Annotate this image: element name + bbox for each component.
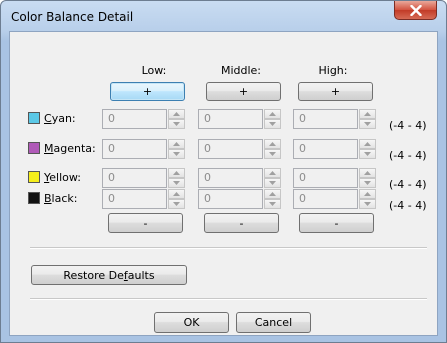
black-range-label: (-4 - 4): [389, 199, 427, 212]
cancel-button[interactable]: Cancel: [236, 312, 311, 333]
cyan-range-label: (-4 - 4): [389, 119, 427, 132]
cyan-swatch: [28, 112, 40, 124]
spin-down-icon[interactable]: [264, 149, 281, 159]
high-minus-button[interactable]: -: [299, 213, 374, 233]
black-middle-field[interactable]: 0: [198, 189, 263, 209]
spin-up-icon[interactable]: [264, 189, 281, 199]
spin-down-icon[interactable]: [264, 178, 281, 188]
spin-up-icon[interactable]: [359, 168, 376, 178]
black-swatch: [28, 192, 40, 204]
ok-button[interactable]: OK: [154, 312, 229, 333]
spin-down-icon[interactable]: [359, 119, 376, 129]
column-label-low: Low:: [141, 64, 167, 77]
magenta-middle-field[interactable]: 0: [198, 139, 263, 159]
spin-down-icon[interactable]: [168, 178, 185, 188]
spin-down-icon[interactable]: [359, 178, 376, 188]
close-button[interactable]: [394, 1, 437, 20]
magenta-swatch: [28, 142, 40, 154]
spin-up-icon[interactable]: [359, 139, 376, 149]
title-bar[interactable]: Color Balance Detail: [1, 1, 446, 35]
yellow-range-label: (-4 - 4): [389, 178, 427, 191]
low-minus-button[interactable]: -: [108, 213, 183, 233]
black-low-field[interactable]: 0: [102, 189, 167, 209]
spin-down-icon[interactable]: [168, 119, 185, 129]
cyan-low-field[interactable]: 0: [102, 109, 167, 129]
spin-up-icon[interactable]: [359, 109, 376, 119]
cyan-high-field[interactable]: 0: [293, 109, 358, 129]
spin-up-icon[interactable]: [168, 168, 185, 178]
black-label: Black:: [44, 192, 78, 205]
separator-top: [30, 247, 427, 249]
spin-down-icon[interactable]: [168, 149, 185, 159]
spin-down-icon[interactable]: [264, 199, 281, 209]
spin-up-icon[interactable]: [168, 139, 185, 149]
magenta-low-field[interactable]: 0: [102, 139, 167, 159]
yellow-label: Yellow:: [44, 171, 81, 184]
middle-minus-button[interactable]: -: [204, 213, 279, 233]
spin-up-icon[interactable]: [168, 109, 185, 119]
dialog-client-area: Low: Middle: High: + + + Cyan: 0 0 0 (-4…: [9, 31, 438, 336]
yellow-high-field[interactable]: 0: [293, 168, 358, 188]
close-icon: [409, 4, 422, 16]
spin-down-icon[interactable]: [359, 149, 376, 159]
separator-bottom: [30, 298, 427, 300]
restore-defaults-button[interactable]: Restore De f aults: [31, 265, 187, 285]
cyan-label: Cyan:: [44, 112, 76, 125]
black-high-field[interactable]: 0: [293, 189, 358, 209]
low-plus-button[interactable]: +: [110, 82, 185, 101]
cyan-middle-field[interactable]: 0: [198, 109, 263, 129]
window-title: Color Balance Detail: [11, 10, 134, 24]
magenta-range-label: (-4 - 4): [389, 149, 427, 162]
magenta-label: Magenta:: [44, 142, 96, 155]
magenta-high-field[interactable]: 0: [293, 139, 358, 159]
spin-up-icon[interactable]: [264, 168, 281, 178]
high-plus-button[interactable]: +: [298, 82, 373, 101]
spin-down-icon[interactable]: [359, 199, 376, 209]
spin-down-icon[interactable]: [264, 119, 281, 129]
yellow-middle-field[interactable]: 0: [198, 168, 263, 188]
yellow-swatch: [28, 171, 40, 183]
spin-up-icon[interactable]: [359, 189, 376, 199]
spin-up-icon[interactable]: [264, 139, 281, 149]
yellow-low-field[interactable]: 0: [102, 168, 167, 188]
spin-up-icon[interactable]: [168, 189, 185, 199]
middle-plus-button[interactable]: +: [206, 82, 281, 101]
column-label-high: High:: [318, 64, 348, 77]
spin-down-icon[interactable]: [168, 199, 185, 209]
column-label-middle: Middle:: [220, 64, 262, 77]
dialog-window: Color Balance Detail Low: Middle: High: …: [0, 0, 447, 343]
spin-up-icon[interactable]: [264, 109, 281, 119]
